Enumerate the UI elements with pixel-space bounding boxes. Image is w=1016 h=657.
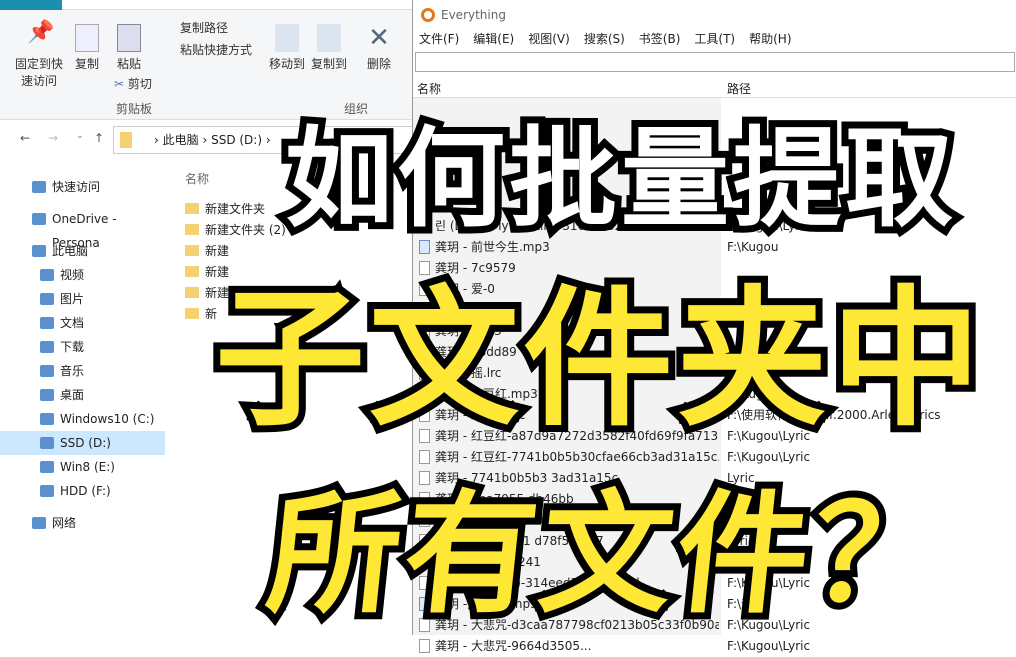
nav-item[interactable]: Win8 (E:) — [0, 455, 165, 479]
nav-item[interactable]: 桌面 — [0, 383, 165, 407]
copy-to-icon — [317, 24, 341, 52]
up-arrow-icon[interactable]: ↑ — [94, 131, 104, 145]
picture-icon — [40, 293, 54, 305]
drive-icon — [40, 437, 54, 449]
folder-icon — [120, 132, 132, 148]
copy-path-button[interactable]: 复制路径 — [162, 20, 228, 37]
folder-icon — [185, 308, 199, 319]
menu-item[interactable]: 帮助(H) — [749, 32, 791, 46]
menu-item[interactable]: 文件(F) — [419, 32, 459, 46]
drive-icon — [40, 413, 54, 425]
overlay-title-line2: 子文件夹中 — [208, 266, 988, 454]
menu-bar: 文件(F) 编辑(E) 视图(V) 搜索(S) 书签(B) 工具(T) 帮助(H) — [413, 30, 1016, 50]
overlay-title-line1: 如何批量提取 — [278, 110, 960, 249]
nav-item[interactable]: OneDrive - Persona — [0, 207, 165, 250]
folder-icon — [185, 224, 199, 235]
everything-logo-icon — [421, 8, 435, 22]
paste-button[interactable]: 粘贴 — [114, 24, 144, 73]
nav-item[interactable]: 音乐 — [0, 359, 165, 383]
cut-button[interactable]: ✂ 剪切 — [114, 76, 152, 93]
folder-item[interactable]: 新建文件夹 — [185, 200, 265, 217]
nav-item[interactable]: 网络 — [0, 511, 165, 535]
computer-icon — [32, 245, 46, 257]
nav-item[interactable]: Windows10 (C:) — [0, 407, 165, 431]
nav-item[interactable]: 图片 — [0, 287, 165, 311]
recent-chevron-icon[interactable]: ⌄ — [76, 131, 84, 141]
breadcrumb-ssd[interactable]: SSD (D:) — [211, 133, 262, 147]
paste-shortcut-button[interactable]: 粘贴快捷方式 — [162, 42, 252, 59]
drive-icon — [40, 461, 54, 473]
back-arrow-icon[interactable]: ← — [20, 131, 30, 145]
folder-icon — [185, 203, 199, 214]
nav-item[interactable]: 此电脑 — [0, 239, 165, 263]
menu-item[interactable]: 书签(B) — [639, 32, 681, 46]
folder-icon — [185, 287, 199, 298]
clipboard-icon — [117, 24, 141, 52]
search-input[interactable] — [415, 52, 1015, 72]
result-row[interactable]: 龚玥 - 大悲咒-9664d3505... F:\Kugou\Lyric — [413, 636, 1016, 657]
nav-item[interactable]: HDD (F:) — [0, 479, 165, 503]
copy-button[interactable]: 复制 — [72, 24, 102, 73]
folder-icon — [185, 266, 199, 277]
column-header-name[interactable]: 名称 — [185, 170, 209, 187]
clipboard-group-label: 剪贴板 — [116, 102, 153, 116]
move-to-button[interactable]: 移动到 — [268, 24, 306, 73]
copy-to-button[interactable]: 复制到 — [310, 24, 348, 73]
download-icon — [40, 341, 54, 353]
drive-icon — [40, 485, 54, 497]
navigation-pane: 快速访问 OneDrive - Persona 此电脑 视频 图片 文档 下载 音乐 桌面 Win… — [0, 175, 165, 535]
nav-item[interactable]: SSD (D:) — [0, 431, 165, 455]
network-icon — [32, 517, 46, 529]
title-bar: Everything — [413, 0, 1016, 30]
overlay-title-line3: 所有文件？ — [254, 471, 964, 639]
desktop-icon — [40, 389, 54, 401]
copy-icon — [75, 24, 99, 52]
nav-item[interactable]: 视频 — [0, 263, 165, 287]
delete-button[interactable]: ✕ 删除 — [364, 24, 394, 73]
nav-item[interactable]: 下载 — [0, 335, 165, 359]
star-icon — [32, 181, 46, 193]
nav-item[interactable]: 文档 — [0, 311, 165, 335]
move-icon — [275, 24, 299, 52]
ribbon-tabs — [0, 0, 412, 10]
menu-item[interactable]: 搜索(S) — [584, 32, 625, 46]
menu-item[interactable]: 工具(T) — [694, 32, 735, 46]
menu-item[interactable]: 视图(V) — [528, 32, 570, 46]
file-icon — [419, 639, 430, 653]
cloud-icon — [32, 213, 46, 225]
folder-item[interactable]: 新建文件夹 (2) — [185, 221, 286, 238]
delete-x-icon: ✕ — [368, 23, 390, 53]
breadcrumb-this-pc[interactable]: 此电脑 — [163, 133, 199, 147]
folder-item[interactable]: 新 — [185, 305, 217, 322]
nav-item[interactable]: 快速访问 — [0, 175, 165, 199]
video-icon — [40, 269, 54, 281]
pin-quick-access-button[interactable]: 📌 固定到快速访问 — [12, 20, 66, 90]
document-icon — [40, 317, 54, 329]
menu-item[interactable]: 编辑(E) — [473, 32, 514, 46]
pin-icon: 📌 — [27, 20, 55, 45]
forward-arrow-icon[interactable]: → — [48, 131, 58, 145]
music-icon — [40, 365, 54, 377]
folder-icon — [185, 245, 199, 256]
tab-file[interactable] — [0, 0, 62, 10]
scissors-icon: ✂ — [114, 77, 125, 91]
